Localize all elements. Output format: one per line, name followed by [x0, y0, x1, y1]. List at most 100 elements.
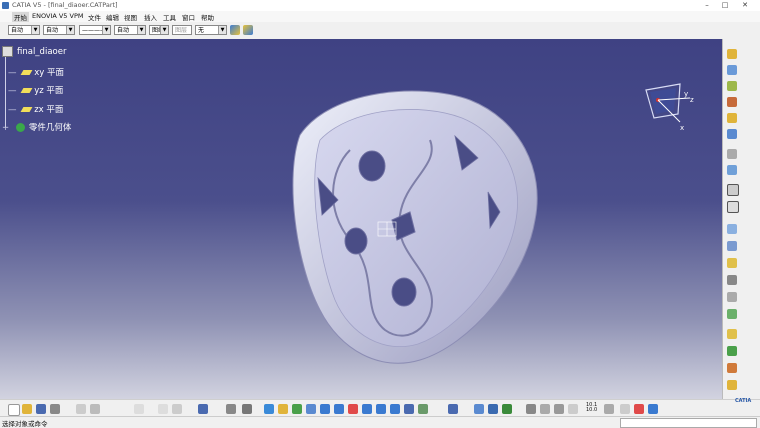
menu-enovia[interactable]: ENOVIA V5 VPM [30, 12, 85, 20]
help-icon[interactable] [134, 404, 144, 414]
window-title: CATIA V5 - [final_diaoer.CATPart] [12, 1, 118, 9]
shaft-icon[interactable] [727, 97, 737, 107]
view-icon[interactable] [198, 404, 208, 414]
split-icon[interactable] [727, 258, 737, 268]
surface-icon[interactable] [648, 404, 658, 414]
part-icon [2, 46, 13, 57]
iso-view-icon[interactable] [362, 404, 372, 414]
point-select[interactable]: 图纸 ▼ [149, 25, 169, 35]
pocket-icon[interactable] [727, 81, 737, 91]
shell-icon[interactable] [727, 201, 739, 213]
chevron-down-icon: ▼ [160, 26, 168, 34]
3d-viewport[interactable]: z y x final_diaoer — xy 平面 — yz 平面 — zx … [0, 39, 722, 399]
pad-icon[interactable] [727, 65, 737, 75]
hide-show-icon[interactable] [404, 404, 414, 414]
menu-window[interactable]: 窗口 [180, 12, 197, 22]
boolean-icon[interactable] [727, 329, 737, 339]
menu-bar: 开始 ENOVIA V5 VPM 文件 编辑 视图 插入 工具 窗口 帮助 [0, 11, 760, 22]
painter-icon[interactable] [243, 25, 253, 35]
save-icon[interactable] [36, 404, 46, 414]
menu-tools[interactable]: 工具 [161, 12, 178, 22]
menu-start[interactable]: 开始 [12, 12, 29, 22]
hide-icon[interactable] [242, 404, 252, 414]
rib-icon[interactable] [727, 129, 737, 139]
maximize-button[interactable]: □ [718, 1, 732, 9]
sketch-icon[interactable] [727, 49, 737, 59]
tree-item-yz-plane[interactable]: — yz 平面 [8, 84, 63, 96]
render-icon[interactable] [226, 404, 236, 414]
normal-view-icon[interactable] [348, 404, 358, 414]
tree-item-zx-plane[interactable]: — zx 平面 [8, 103, 63, 115]
compass-y-label: y [684, 90, 688, 98]
formula-icon[interactable] [158, 404, 168, 414]
menu-help[interactable]: 帮助 [199, 12, 216, 22]
tree-item-xy-plane[interactable]: — xy 平面 [8, 66, 64, 78]
close-button[interactable]: ✕ [738, 1, 752, 9]
new-file-icon[interactable] [8, 404, 20, 416]
thread-icon[interactable] [727, 241, 737, 251]
layer-select[interactable]: 无 ▼ [195, 25, 227, 35]
menu-edit[interactable]: 编辑 [104, 12, 121, 22]
plane-icon [20, 88, 33, 93]
comment-icon[interactable] [172, 404, 182, 414]
body-gear-icon [15, 123, 25, 132]
cut-icon[interactable] [76, 404, 86, 414]
draft-icon[interactable] [727, 184, 739, 196]
chamfer-icon[interactable] [727, 165, 737, 175]
translate-icon[interactable] [727, 309, 737, 319]
measure-icon[interactable] [727, 346, 737, 356]
chevron-down-icon: ▼ [137, 26, 145, 34]
chevron-down-icon: ▼ [102, 26, 110, 34]
tree-item-part-body[interactable]: + 零件几何体 [2, 121, 71, 133]
chevron-down-icon: ▼ [31, 26, 39, 34]
catalog-icon[interactable] [526, 404, 536, 414]
color-select[interactable]: 自动 ▼ [8, 25, 40, 35]
analysis-icon[interactable] [727, 380, 737, 390]
snap-icon[interactable] [634, 404, 644, 414]
plane-icon [20, 70, 33, 75]
material-icon[interactable] [727, 363, 737, 373]
swap-space-icon[interactable] [418, 404, 428, 414]
fit-all-icon[interactable] [278, 404, 288, 414]
menu-file[interactable]: 文件 [86, 12, 103, 22]
compass-z-label: z [690, 96, 694, 104]
fillet-icon[interactable] [727, 149, 737, 159]
copy-icon[interactable] [90, 404, 100, 414]
constraint-icon[interactable] [554, 404, 564, 414]
plane-icon [20, 107, 33, 112]
part-model[interactable] [0, 39, 722, 399]
apply-material-icon[interactable] [502, 404, 512, 414]
fly-icon[interactable] [264, 404, 274, 414]
compass-x-label: x [680, 124, 684, 132]
axis-icon[interactable] [604, 404, 614, 414]
hole-icon[interactable] [727, 113, 737, 123]
print-icon[interactable] [50, 404, 60, 414]
tree-root[interactable]: final_diaoer [2, 46, 66, 57]
shading-icon[interactable] [376, 404, 386, 414]
menu-insert[interactable]: 插入 [142, 12, 159, 22]
chevron-down-icon: ▼ [218, 26, 226, 34]
lineweight-select[interactable]: 自动 ▼ [114, 25, 146, 35]
catia-app-icon [2, 2, 9, 9]
inertia-icon[interactable] [488, 404, 498, 414]
rotate-icon[interactable] [306, 404, 316, 414]
edges-icon[interactable] [390, 404, 400, 414]
open-file-icon[interactable] [22, 404, 32, 414]
pan-icon[interactable] [292, 404, 302, 414]
measure-between-icon[interactable] [448, 404, 458, 414]
mirror-icon[interactable] [727, 292, 737, 302]
measure-item-icon[interactable] [474, 404, 484, 414]
linetype-select[interactable]: ———— ▼ [79, 25, 111, 35]
paint-brush-icon[interactable] [230, 25, 240, 35]
pattern-icon[interactable] [727, 275, 737, 285]
thickness-icon[interactable] [727, 224, 737, 234]
menu-view[interactable]: 视图 [122, 12, 139, 22]
zoom-in-icon[interactable] [320, 404, 330, 414]
grid-icon[interactable] [620, 404, 630, 414]
zoom-out-icon[interactable] [334, 404, 344, 414]
dimension-icon[interactable] [540, 404, 550, 414]
update-icon[interactable] [568, 404, 578, 414]
minimize-button[interactable]: – [700, 1, 714, 9]
transparency-select[interactable]: 自动 ▼ [43, 25, 75, 35]
compass-widget[interactable]: z y x [640, 80, 700, 140]
